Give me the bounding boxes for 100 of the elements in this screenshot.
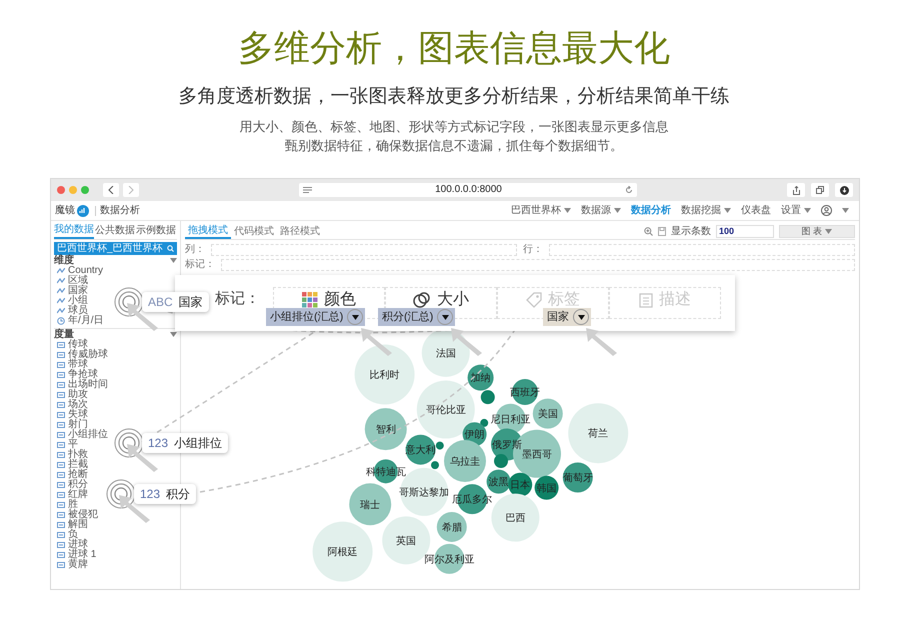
- measure-icon: [57, 552, 65, 558]
- bubble-label: 阿根廷: [328, 547, 358, 558]
- zoom-in-icon[interactable]: [644, 227, 653, 236]
- bubble[interactable]: [562, 462, 593, 492]
- nav-item[interactable]: 设置: [781, 204, 811, 216]
- field-item[interactable]: 年/月/日: [68, 316, 104, 326]
- download-button[interactable]: [835, 183, 853, 197]
- caret-icon: [578, 314, 584, 320]
- field-item[interactable]: 平: [68, 440, 78, 450]
- field-item[interactable]: 传球: [68, 340, 88, 350]
- chevron-right-icon: [128, 186, 134, 194]
- field-item[interactable]: 负: [68, 530, 78, 540]
- bubble[interactable]: [532, 398, 563, 429]
- field-item[interactable]: 积分: [68, 480, 88, 490]
- field-item[interactable]: 小组排位: [68, 430, 108, 440]
- bubble[interactable]: [416, 380, 475, 439]
- bubble[interactable]: [513, 430, 561, 478]
- menu-icon: [303, 187, 312, 193]
- bubble-label: 法国: [436, 348, 456, 360]
- nav-item[interactable]: 巴西世界杯: [511, 204, 571, 216]
- bubble[interactable]: [406, 434, 436, 465]
- sidebar-tab[interactable]: 示例数据: [136, 224, 176, 239]
- bubble-label: 俄罗斯: [492, 440, 522, 452]
- tabs-button[interactable]: [811, 183, 829, 197]
- measure-icon: [57, 452, 65, 458]
- bubble[interactable]: [444, 440, 486, 482]
- nav-item[interactable]: 数据挖掘: [681, 204, 731, 216]
- caret-icon: [170, 332, 177, 337]
- bubble-label: 意大利: [406, 445, 436, 456]
- group-header: 度量: [54, 329, 74, 340]
- address-bar[interactable]: 100.0.0.0:8000: [299, 183, 637, 197]
- mode-tab[interactable]: 路径模式: [277, 226, 323, 238]
- measure-icon: [57, 352, 65, 358]
- reload-icon[interactable]: [625, 186, 633, 194]
- field-item[interactable]: 射门: [68, 420, 88, 430]
- field-item[interactable]: 进球 1: [68, 550, 96, 560]
- bubble[interactable]: [486, 470, 511, 494]
- close-window-icon[interactable]: [57, 186, 65, 194]
- description-line: 用大小、颜色、标签、地图、形状等方式标记字段，一张图表显示更多信息: [240, 118, 668, 136]
- nav-item[interactable]: 数据源: [581, 204, 621, 216]
- field-item[interactable]: 球员: [68, 306, 88, 316]
- bubble[interactable]: [468, 364, 494, 391]
- field-item[interactable]: Country: [68, 266, 104, 276]
- field-item[interactable]: 区域: [68, 276, 88, 286]
- share-button[interactable]: [787, 183, 805, 197]
- bubble-label: 加纳: [470, 373, 491, 384]
- field-item[interactable]: 抢断: [68, 470, 88, 480]
- marks-title: 标记：: [215, 289, 261, 309]
- sidebar-tab[interactable]: 我的数据: [54, 224, 94, 239]
- field-item[interactable]: 解围: [68, 520, 88, 530]
- field-item[interactable]: 胜: [68, 500, 78, 510]
- bubble[interactable]: [434, 544, 464, 574]
- mode-tab[interactable]: 代码模式: [231, 226, 277, 238]
- url-text: 100.0.0.0:8000: [434, 184, 503, 196]
- sidebar-tab[interactable]: 公共数据: [95, 224, 135, 239]
- field-item[interactable]: 拦截: [68, 460, 88, 470]
- rows-input[interactable]: 100: [716, 225, 774, 238]
- bubble[interactable]: [508, 472, 532, 497]
- measure-icon: [57, 512, 65, 518]
- shelf-label: 行：: [523, 245, 543, 255]
- field-item[interactable]: 小组: [68, 296, 88, 306]
- caret-icon: [442, 314, 449, 320]
- field-item[interactable]: 场次: [68, 400, 88, 410]
- bubble-label: 比利时: [370, 370, 400, 381]
- field-item[interactable]: 被侵犯: [68, 510, 98, 520]
- field-item[interactable]: 红牌: [68, 490, 88, 500]
- field-type-label: 123: [148, 435, 168, 452]
- field-item[interactable]: 扑救: [68, 450, 88, 460]
- field-pill[interactable]: 小组排位(汇总): [266, 308, 366, 326]
- field-item[interactable]: 带球: [68, 360, 88, 370]
- field-pill[interactable]: 积分(汇总): [378, 308, 456, 326]
- chart-type-button[interactable]: 图 表: [779, 225, 855, 238]
- bubble-label: 伊朗: [464, 430, 485, 441]
- mode-tab[interactable]: 拖拽模式: [185, 224, 231, 238]
- group-header: 维度: [54, 255, 74, 266]
- bubble[interactable]: [364, 408, 407, 450]
- field-item[interactable]: 黄牌: [68, 560, 88, 570]
- field-item[interactable]: 助攻: [68, 390, 88, 400]
- back-button[interactable]: [103, 183, 119, 197]
- nav-item[interactable]: 仪表盘: [741, 204, 771, 216]
- page-subheading: 多角度透析数据，一张图表释放更多分析结果，分析结果简单干练: [178, 85, 730, 109]
- field-item[interactable]: 进球: [68, 540, 88, 550]
- download-icon: [840, 186, 848, 194]
- tabs-icon: [816, 186, 824, 194]
- nav-item[interactable]: 数据分析: [631, 204, 671, 216]
- tag-icon: [526, 292, 542, 308]
- field-item[interactable]: 国家: [68, 286, 88, 296]
- dataset-dropdown[interactable]: 巴西世界杯_巴西世界杯: [54, 242, 177, 255]
- user-avatar-icon[interactable]: [821, 205, 832, 216]
- measure-icon: [57, 422, 65, 428]
- field-item[interactable]: 失球: [68, 410, 88, 420]
- dropdown-button[interactable]: [437, 309, 454, 325]
- bubble[interactable]: [534, 476, 559, 500]
- field-item[interactable]: 出场时间: [68, 380, 108, 390]
- field-item[interactable]: 争抢球: [68, 370, 98, 380]
- measure-icon: [57, 402, 65, 408]
- dropdown-button[interactable]: [347, 309, 364, 325]
- field-item[interactable]: 传威胁球: [68, 350, 108, 360]
- bubble[interactable]: [436, 512, 467, 542]
- bubble[interactable]: [349, 483, 392, 526]
